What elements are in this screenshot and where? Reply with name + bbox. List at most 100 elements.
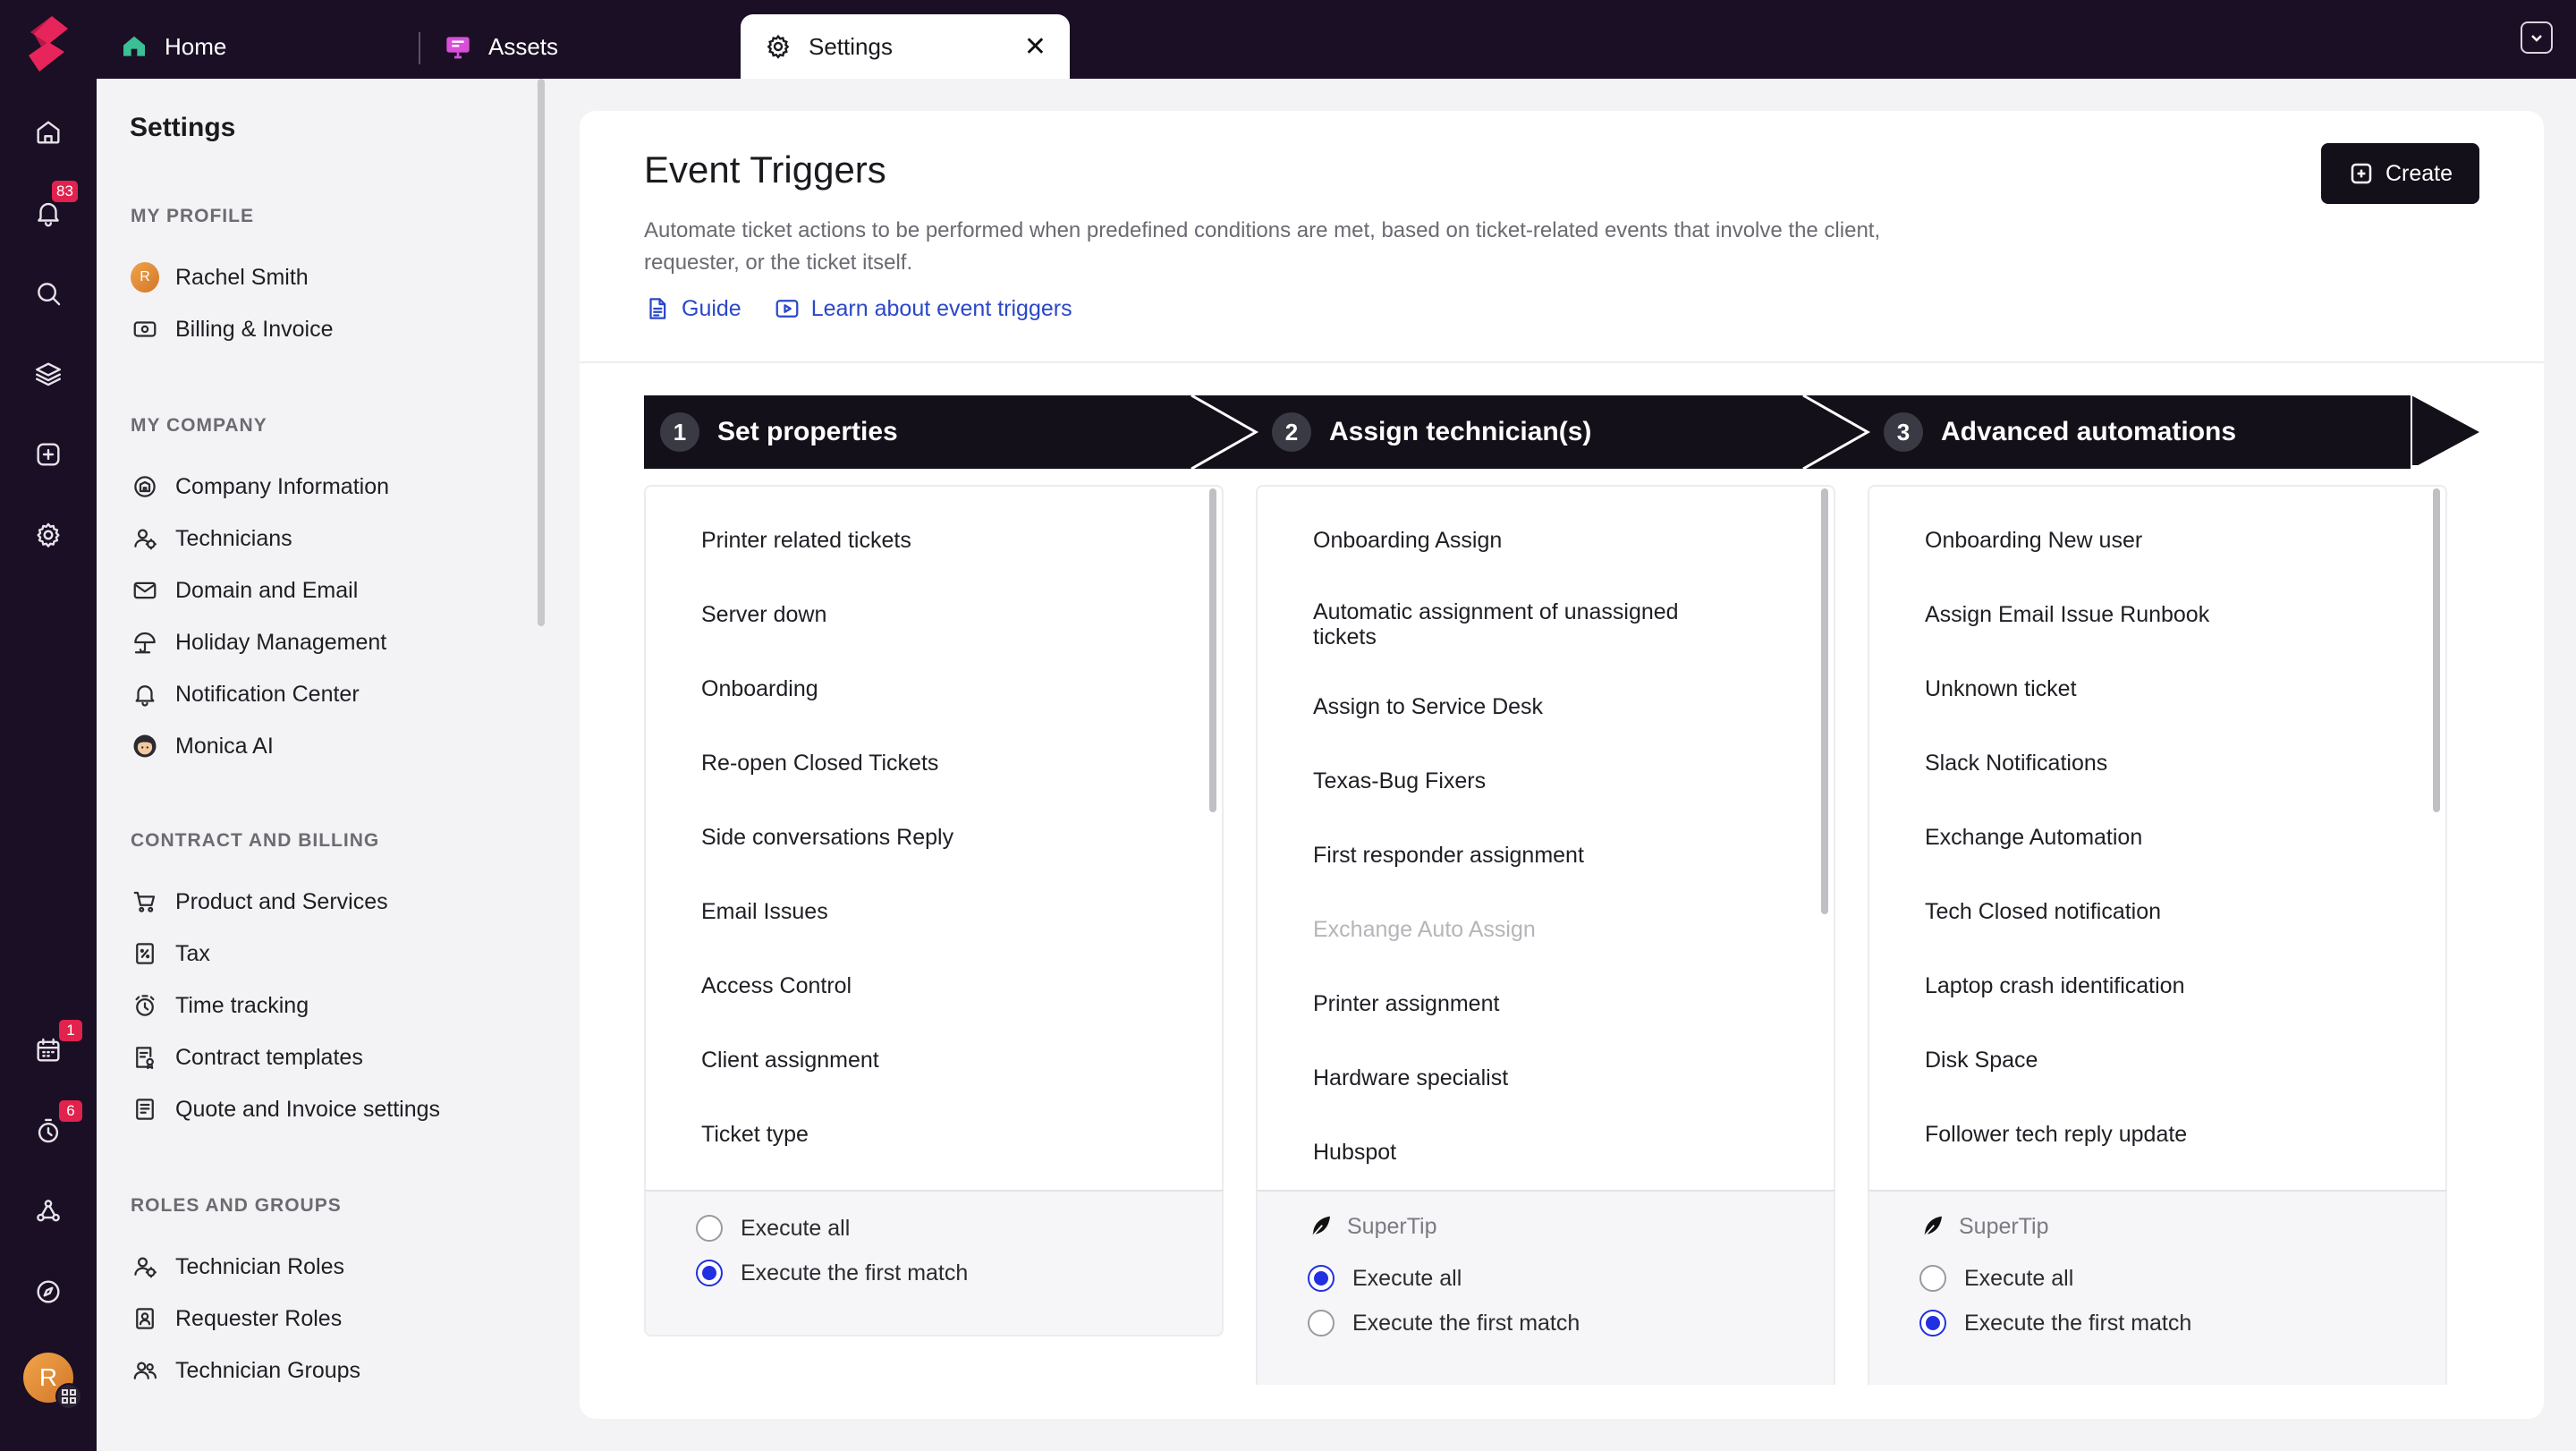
sidebar-item-company-information[interactable]: Company Information bbox=[131, 467, 389, 506]
sidebar-scrollbar[interactable] bbox=[538, 79, 545, 626]
execute-first-match-option[interactable]: Execute the first match bbox=[1919, 1310, 2191, 1336]
list-item[interactable]: Onboarding Assign bbox=[1313, 528, 1778, 553]
bell-outline-icon bbox=[131, 680, 159, 709]
execute-first-match-radio[interactable] bbox=[696, 1260, 723, 1286]
list-scrollbar[interactable] bbox=[2433, 488, 2440, 812]
execute-all-option[interactable]: Execute all bbox=[1308, 1265, 1462, 1292]
list-item[interactable]: Hubspot bbox=[1313, 1140, 1778, 1165]
sidebar-item-technician-roles[interactable]: Technician Roles bbox=[131, 1247, 344, 1286]
sidebar-item-technician-groups[interactable]: Technician Groups bbox=[131, 1351, 360, 1390]
sidebar-item-product-services[interactable]: Product and Services bbox=[131, 882, 388, 921]
tab-assets[interactable]: Assets bbox=[420, 14, 739, 79]
list-scrollbar[interactable] bbox=[1209, 488, 1216, 812]
sidebar-item-notification-center[interactable]: Notification Center bbox=[131, 675, 360, 714]
umbrella-icon bbox=[131, 628, 159, 657]
sidebar-item-technicians[interactable]: Technicians bbox=[131, 519, 292, 558]
page-description: Automate ticket actions to be performed … bbox=[644, 218, 1881, 275]
execute-first-match-radio[interactable] bbox=[1308, 1310, 1335, 1336]
supertip-label: SuperTip bbox=[1959, 1213, 2049, 1239]
list-item[interactable]: Assign Email Issue Runbook bbox=[1925, 602, 2390, 627]
list-item[interactable]: Unknown ticket bbox=[1925, 676, 2390, 701]
chevron-down-icon[interactable] bbox=[2521, 21, 2553, 54]
execute-first-match-option[interactable]: Execute the first match bbox=[1308, 1310, 1580, 1336]
list-item[interactable]: Side conversations Reply bbox=[701, 825, 1166, 850]
sidebar-item-requester-roles[interactable]: Requester Roles bbox=[131, 1299, 342, 1338]
section-roles-groups: ROLES AND GROUPS bbox=[131, 1195, 342, 1216]
notifications-badge: 83 bbox=[52, 181, 78, 202]
add-square-icon[interactable] bbox=[23, 429, 73, 479]
list-item-disabled[interactable]: Exchange Auto Assign bbox=[1313, 917, 1778, 942]
sidebar-item-holiday[interactable]: Holiday Management bbox=[131, 623, 386, 662]
trigger-list: Onboarding Assign Automatic assignment o… bbox=[1256, 485, 1835, 1190]
tab-home[interactable]: Home bbox=[97, 14, 419, 79]
sidebar-item-time-tracking[interactable]: Time tracking bbox=[131, 986, 309, 1025]
execute-all-option[interactable]: Execute all bbox=[1919, 1265, 2073, 1292]
contract-icon bbox=[131, 1043, 159, 1072]
sidebar-item-billing[interactable]: Billing & Invoice bbox=[131, 310, 333, 349]
list-item[interactable]: Texas-Bug Fixers bbox=[1313, 768, 1778, 793]
list-item[interactable]: Laptop crash identification bbox=[1925, 973, 2390, 998]
layers-icon[interactable] bbox=[23, 349, 73, 399]
list-item[interactable]: Assign to Service Desk bbox=[1313, 694, 1778, 719]
step-number: 1 bbox=[660, 412, 699, 452]
workflow-icon[interactable] bbox=[23, 1186, 73, 1236]
user-avatar-initial: R bbox=[38, 1363, 58, 1391]
qr-icon[interactable] bbox=[55, 1383, 82, 1410]
list-item[interactable]: Exchange Automation bbox=[1925, 825, 2390, 850]
compass-icon[interactable] bbox=[23, 1267, 73, 1317]
step-number: 2 bbox=[1272, 412, 1311, 452]
app-logo-icon[interactable] bbox=[20, 13, 77, 75]
execute-all-radio[interactable] bbox=[696, 1215, 723, 1242]
execute-all-radio[interactable] bbox=[1919, 1265, 1946, 1292]
learn-event-triggers-link[interactable]: Learn about event triggers bbox=[774, 295, 1072, 322]
plus-square-icon bbox=[2351, 163, 2372, 184]
execute-first-match-radio[interactable] bbox=[1919, 1310, 1946, 1336]
tab-settings[interactable]: Settings ✕ bbox=[741, 14, 1070, 79]
sidebar-item-contract-templates[interactable]: Contract templates bbox=[131, 1038, 363, 1077]
user-avatar[interactable]: R bbox=[23, 1353, 82, 1410]
home-icon[interactable] bbox=[23, 107, 73, 157]
sidebar-item-tax[interactable]: Tax bbox=[131, 934, 210, 973]
sidebar-item-monica-ai[interactable]: Monica AI bbox=[131, 726, 274, 766]
video-icon bbox=[775, 300, 799, 318]
sidebar-item-quote-invoice[interactable]: Quote and Invoice settings bbox=[131, 1090, 440, 1129]
close-tab-icon[interactable]: ✕ bbox=[1024, 31, 1046, 63]
execution-options: SuperTip Execute all Execute the first m… bbox=[1256, 1190, 1835, 1385]
supertip: SuperTip bbox=[1308, 1213, 1437, 1240]
sidebar-item-profile[interactable]: R Rachel Smith bbox=[131, 258, 309, 297]
list-item[interactable]: Access Control bbox=[701, 973, 1166, 998]
sidebar-item-label: Rachel Smith bbox=[175, 264, 309, 290]
help-links: Guide Learn about event triggers bbox=[644, 295, 1072, 322]
sidebar-item-label: Quote and Invoice settings bbox=[175, 1096, 441, 1122]
execute-all-option[interactable]: Execute all bbox=[696, 1215, 850, 1242]
execute-all-label: Execute all bbox=[1964, 1265, 2074, 1291]
list-item[interactable]: First responder assignment bbox=[1313, 843, 1778, 868]
list-item[interactable]: Tech Closed notification bbox=[1925, 899, 2390, 924]
list-item[interactable]: Follower tech reply update bbox=[1925, 1122, 2390, 1147]
sidebar-item-domain-email[interactable]: Domain and Email bbox=[131, 571, 358, 610]
list-item[interactable]: Slack Notifications bbox=[1925, 751, 2390, 776]
list-item[interactable]: Re-open Closed Tickets bbox=[701, 751, 1166, 776]
list-scrollbar[interactable] bbox=[1821, 488, 1828, 914]
technician-icon bbox=[131, 524, 159, 553]
search-icon[interactable] bbox=[23, 268, 73, 318]
list-item[interactable]: Email Issues bbox=[701, 899, 1166, 924]
list-item[interactable]: Automatic assignment of unassigned ticke… bbox=[1313, 599, 1742, 649]
list-item[interactable]: Client assignment bbox=[701, 1048, 1166, 1073]
list-item[interactable]: Ticket type bbox=[701, 1122, 1166, 1147]
list-item[interactable]: Disk Space bbox=[1925, 1048, 2390, 1073]
list-item[interactable]: Printer related tickets bbox=[701, 528, 1166, 553]
step-label: Set properties bbox=[717, 417, 898, 446]
create-button[interactable]: Create bbox=[2320, 143, 2479, 204]
step-set-properties: 1 Set properties bbox=[660, 395, 898, 469]
list-item[interactable]: Server down bbox=[701, 602, 1166, 627]
guide-link[interactable]: Guide bbox=[644, 295, 741, 322]
gear-icon[interactable] bbox=[23, 510, 73, 560]
list-item[interactable]: Hardware specialist bbox=[1313, 1065, 1778, 1090]
execute-first-match-option[interactable]: Execute the first match bbox=[696, 1260, 968, 1286]
execute-all-radio[interactable] bbox=[1308, 1265, 1335, 1292]
list-item[interactable]: Printer assignment bbox=[1313, 991, 1778, 1016]
sidebar-item-label: Notification Center bbox=[175, 681, 360, 707]
list-item[interactable]: Onboarding bbox=[701, 676, 1166, 701]
list-item[interactable]: Onboarding New user bbox=[1925, 528, 2390, 553]
